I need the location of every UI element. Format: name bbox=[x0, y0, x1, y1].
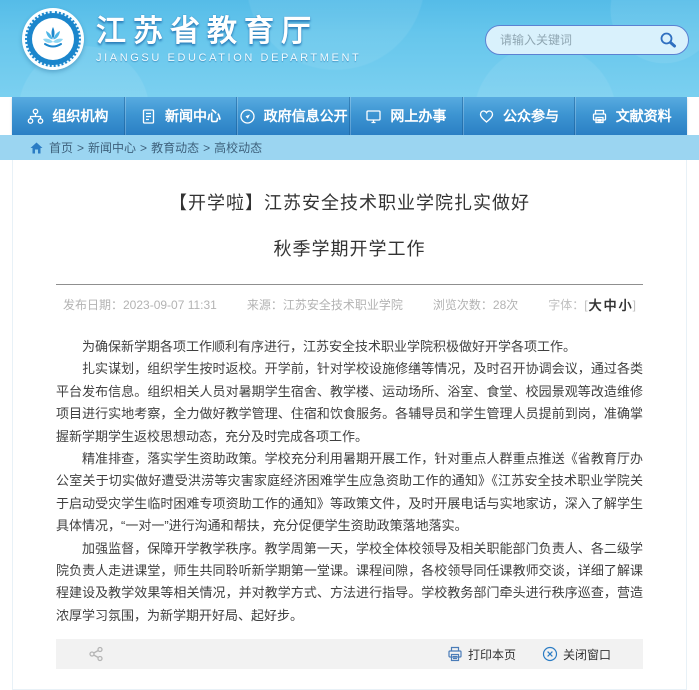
jiangsu-education-logo bbox=[22, 8, 84, 70]
article-paragraph: 扎实谋划，组织学生按时返校。开学前，针对学校设施修缮等情况，及时召开协调会议，通… bbox=[56, 358, 643, 448]
monitor-icon bbox=[365, 108, 382, 125]
source-label: 来源： bbox=[247, 296, 283, 313]
breadcrumb-separator: > bbox=[203, 141, 210, 155]
site-subtitle: JIANGSU EDUCATION DEPARTMENT bbox=[96, 52, 361, 64]
nav-label: 政府信息公开 bbox=[264, 106, 348, 126]
breadcrumb-separator: > bbox=[77, 141, 84, 155]
site-header: 江苏省教育厅 JIANGSU EDUCATION DEPARTMENT bbox=[0, 0, 699, 97]
article-body: 为确保新学期各项工作顺利有序进行，江苏安全技术职业学院积极做好开学各项工作。 扎… bbox=[56, 336, 643, 627]
nav-label: 网上办事 bbox=[390, 106, 446, 126]
search-input[interactable] bbox=[500, 33, 658, 47]
nav-label: 组织机构 bbox=[52, 106, 108, 126]
nav-item-public-participation[interactable]: 公众参与 bbox=[463, 97, 576, 135]
nav-item-organization[interactable]: 组织机构 bbox=[12, 97, 125, 135]
article-card: 【开学啦】江苏安全技术职业学院扎实做好 秋季学期开学工作 发布日期： 2023-… bbox=[12, 160, 687, 690]
font-size-label: 字体： bbox=[548, 296, 584, 313]
info-disclosure-icon bbox=[239, 108, 256, 125]
article-title: 【开学啦】江苏安全技术职业学院扎实做好 秋季学期开学工作 bbox=[56, 180, 643, 272]
printer-archive-icon bbox=[591, 108, 608, 125]
article-paragraph: 加强监督，保障开学教学秩序。教学周第一天，学校全体校领导及相关职能部门负责人、各… bbox=[56, 538, 643, 628]
nav-label: 新闻中心 bbox=[165, 106, 221, 126]
nav-label: 公众参与 bbox=[503, 106, 559, 126]
breadcrumb: 首页 > 新闻中心 > 教育动态 > 高校动态 bbox=[0, 135, 699, 160]
publish-date-value: 2023-09-07 11:31 bbox=[123, 298, 217, 312]
views-label: 浏览次数： bbox=[433, 296, 493, 313]
font-size-large-button[interactable]: 大 bbox=[589, 295, 602, 314]
nav-item-news-center[interactable]: 新闻中心 bbox=[125, 97, 238, 135]
article-title-line2: 秋季学期开学工作 bbox=[274, 239, 426, 259]
font-size-small-button[interactable]: 小 bbox=[619, 295, 632, 314]
close-window-label: 关闭窗口 bbox=[563, 646, 611, 663]
article-paragraph: 为确保新学期各项工作顺利有序进行，江苏安全技术职业学院积极做好开学各项工作。 bbox=[56, 336, 643, 358]
nav-item-gov-info[interactable]: 政府信息公开 bbox=[237, 97, 350, 135]
source-value: 江苏安全技术职业学院 bbox=[283, 296, 403, 313]
breadcrumb-news-center-link[interactable]: 新闻中心 bbox=[88, 139, 136, 156]
share-icon[interactable] bbox=[88, 646, 104, 662]
publish-date-label: 发布日期： bbox=[63, 296, 123, 313]
breadcrumb-separator: > bbox=[140, 141, 147, 155]
font-size-bracket: [ bbox=[584, 298, 587, 312]
org-chart-icon bbox=[27, 108, 44, 125]
site-title: 江苏省教育厅 bbox=[96, 15, 361, 49]
font-size-medium-button[interactable]: 中 bbox=[604, 295, 617, 314]
close-window-button[interactable]: 关闭窗口 bbox=[542, 646, 611, 663]
nav-item-online-services[interactable]: 网上办事 bbox=[350, 97, 463, 135]
search-box[interactable] bbox=[485, 25, 689, 55]
article-paragraph: 精准排查，落实学生资助政策。学校充分利用暑期开展工作，针对重点人群重点推送《省教… bbox=[56, 448, 643, 538]
home-icon bbox=[30, 142, 43, 154]
title-divider bbox=[56, 284, 643, 285]
site-brand[interactable]: 江苏省教育厅 JIANGSU EDUCATION DEPARTMENT bbox=[22, 8, 361, 70]
article-title-line1: 【开学啦】江苏安全技术职业学院扎实做好 bbox=[169, 193, 530, 213]
close-circle-icon bbox=[542, 646, 558, 662]
views-value: 28次 bbox=[493, 296, 518, 313]
font-size-bracket: ] bbox=[633, 298, 636, 312]
article-meta: 发布日期： 2023-09-07 11:31 来源： 江苏安全技术职业学院 浏览… bbox=[56, 295, 643, 314]
lotus-emblem-icon bbox=[39, 23, 67, 56]
nav-item-documents[interactable]: 文献资料 bbox=[575, 97, 687, 135]
breadcrumb-current-page: 高校动态 bbox=[214, 139, 262, 156]
printer-icon bbox=[447, 646, 463, 662]
heart-icon bbox=[478, 108, 495, 125]
breadcrumb-home-link[interactable]: 首页 bbox=[49, 139, 73, 156]
main-nav: 组织机构 新闻中心 政府信息公开 网上办事 bbox=[12, 97, 687, 135]
article-footer-bar: 打印本页 关闭窗口 bbox=[56, 639, 643, 669]
breadcrumb-education-news-link[interactable]: 教育动态 bbox=[151, 139, 199, 156]
print-page-label: 打印本页 bbox=[468, 646, 516, 663]
search-icon[interactable] bbox=[658, 30, 678, 50]
news-icon bbox=[140, 108, 157, 125]
nav-label: 文献资料 bbox=[616, 106, 672, 126]
print-page-button[interactable]: 打印本页 bbox=[447, 646, 516, 663]
